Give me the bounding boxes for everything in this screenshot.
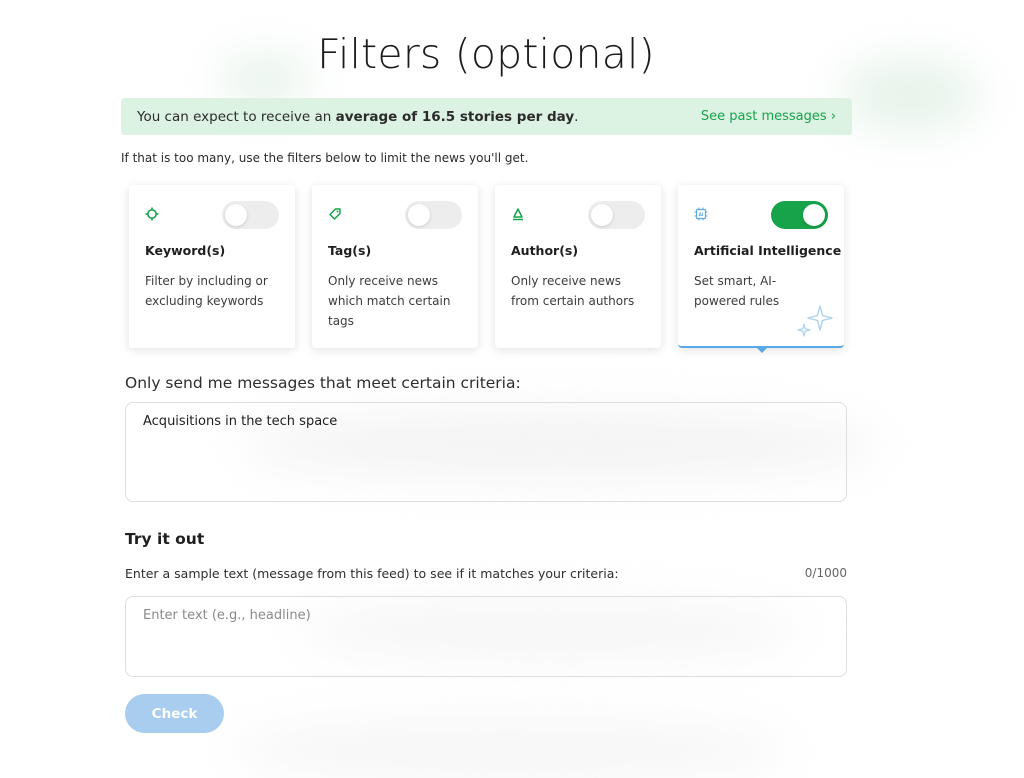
card-title: Artificial Intelligence (694, 243, 842, 258)
filter-card-keywords[interactable]: Keyword(s) Filter by including or exclud… (129, 185, 295, 348)
see-past-messages-link[interactable]: See past messages › (701, 109, 836, 124)
sparkle-icon (797, 305, 833, 337)
try-it-out-heading: Try it out (125, 530, 205, 548)
tags-toggle[interactable] (405, 201, 462, 229)
ai-toggle[interactable] (771, 201, 828, 229)
card-description: Only receive news from certain authors (511, 274, 635, 308)
sample-text-label: Enter a sample text (message from this f… (125, 566, 619, 581)
card-title: Keyword(s) (145, 243, 226, 258)
card-description: Set smart, AI-powered rules (694, 274, 780, 308)
filter-card-authors[interactable]: Author(s) Only receive news from certain… (495, 185, 661, 348)
authors-toggle[interactable] (588, 201, 645, 229)
target-icon (145, 207, 159, 221)
filter-card-ai[interactable]: AI Artificial Intelligence Set smart, AI… (678, 185, 844, 353)
criteria-textarea[interactable]: Acquisitions in the tech space (125, 402, 847, 502)
banner-average: average of 16.5 stories per day (335, 108, 575, 125)
svg-text:AI: AI (699, 212, 704, 217)
card-title: Author(s) (511, 243, 579, 258)
page-title: Filters (optional) (317, 30, 655, 78)
author-icon (513, 208, 523, 221)
active-card-pointer (756, 347, 768, 353)
tag-icon (329, 208, 341, 220)
filter-hint: If that is too many, use the filters bel… (121, 151, 529, 165)
filter-card-tags[interactable]: Tag(s) Only receive news which match cer… (312, 185, 478, 348)
banner-text: You can expect to receive an average of … (137, 108, 579, 125)
sample-text-input[interactable]: Enter text (e.g., headline) (125, 596, 847, 677)
card-description: Only receive news which match certain ta… (328, 274, 451, 328)
stories-estimate-banner: You can expect to receive an average of … (121, 98, 852, 135)
keywords-toggle[interactable] (222, 201, 279, 229)
criteria-label: Only send me messages that meet certain … (125, 374, 521, 392)
card-description: Filter by including or excluding keyword… (145, 274, 268, 308)
character-counter: 0/1000 (804, 566, 847, 580)
ai-chip-icon: AI (694, 207, 708, 221)
card-title: Tag(s) (328, 243, 372, 258)
check-button[interactable]: Check (125, 694, 224, 733)
